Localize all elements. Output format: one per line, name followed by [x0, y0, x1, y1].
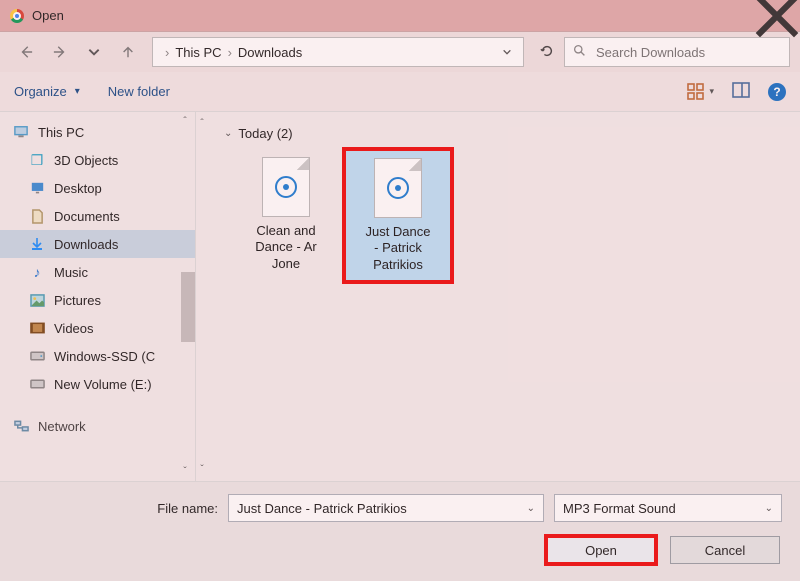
file-name: Just Dance - Patrick Patrikios: [349, 224, 447, 273]
chevron-down-icon: ⌄: [224, 128, 232, 139]
main-area: ˆ This PC ❒ 3D Objects Desktop Documents: [0, 112, 800, 481]
tree-scrollbar-thumb[interactable]: [181, 272, 195, 342]
filename-combobox[interactable]: Just Dance - Patrick Patrikios ⌄: [228, 494, 544, 522]
breadcrumb-current[interactable]: Downloads: [232, 45, 308, 60]
toolbar: Organize ▾ New folder ▾ ?: [0, 72, 800, 112]
close-button[interactable]: [754, 0, 800, 32]
tree-item-network[interactable]: Network: [0, 412, 195, 440]
filename-label: File name:: [18, 501, 218, 516]
view-mode-button[interactable]: ▾: [687, 83, 714, 101]
preview-pane-icon: [732, 81, 750, 99]
tree-item-windows-ssd[interactable]: Windows-SSD (C: [0, 342, 195, 370]
tree-item-documents[interactable]: Documents: [0, 202, 195, 230]
tree-item-downloads[interactable]: Downloads: [0, 230, 195, 258]
recent-locations-button[interactable]: [78, 38, 110, 66]
arrow-left-icon: [19, 45, 33, 59]
refresh-button[interactable]: [532, 44, 562, 61]
tree-item-desktop[interactable]: Desktop: [0, 174, 195, 202]
drive-icon: [28, 351, 46, 361]
address-dropdown[interactable]: [495, 45, 519, 60]
chevron-down-icon: [87, 45, 101, 59]
scroll-up-icon[interactable]: ˆ: [194, 118, 210, 129]
music-icon: ♪: [28, 264, 46, 280]
new-folder-button[interactable]: New folder: [108, 84, 170, 99]
tree-item-new-volume[interactable]: New Volume (E:): [0, 370, 195, 398]
tree-item-videos[interactable]: Videos: [0, 314, 195, 342]
desktop-icon: [28, 182, 46, 195]
nav-row: › This PC › Downloads: [0, 32, 800, 72]
scroll-up-icon[interactable]: ˆ: [177, 116, 193, 127]
close-icon: [754, 0, 800, 39]
filename-value: Just Dance - Patrick Patrikios: [237, 501, 527, 516]
download-icon: [28, 237, 46, 251]
back-button[interactable]: [10, 38, 42, 66]
window-title: Open: [32, 8, 64, 23]
search-input[interactable]: [594, 44, 781, 61]
file-thumb-icon: [374, 158, 422, 218]
organize-menu[interactable]: Organize: [14, 84, 67, 99]
pc-icon: [12, 125, 30, 139]
file-item-selected[interactable]: Just Dance - Patrick Patrikios: [344, 149, 452, 282]
caret-down-icon: ▾: [75, 86, 80, 97]
tree-item-pictures[interactable]: Pictures: [0, 286, 195, 314]
chevron-down-icon: [502, 47, 512, 57]
picture-icon: [28, 294, 46, 307]
navigation-tree[interactable]: ˆ This PC ❒ 3D Objects Desktop Documents: [0, 112, 196, 481]
bottom-panel: File name: Just Dance - Patrick Patrikio…: [0, 481, 800, 581]
refresh-icon: [540, 44, 554, 58]
file-item[interactable]: Clean and Dance - Ar Jone: [232, 149, 340, 282]
address-bar[interactable]: › This PC › Downloads: [152, 37, 524, 67]
search-box[interactable]: [564, 37, 790, 67]
file-thumb-icon: [262, 157, 310, 217]
up-button[interactable]: [112, 38, 144, 66]
breadcrumb-root[interactable]: This PC: [169, 45, 227, 60]
document-icon: [28, 209, 46, 224]
network-icon: [12, 420, 30, 432]
tree-root-label: This PC: [38, 125, 84, 140]
group-label: Today (2): [238, 126, 292, 141]
filetype-value: MP3 Format Sound: [563, 501, 765, 516]
view-tiles-icon: [687, 83, 705, 101]
file-name: Clean and Dance - Ar Jone: [236, 223, 336, 272]
tree-item-3d-objects[interactable]: ❒ 3D Objects: [0, 146, 195, 174]
filetype-combobox[interactable]: MP3 Format Sound ⌄: [554, 494, 782, 522]
chrome-icon: [10, 9, 24, 23]
cancel-button[interactable]: Cancel: [670, 536, 780, 564]
video-icon: [28, 322, 46, 334]
arrow-right-icon: [53, 45, 67, 59]
tree-item-music[interactable]: ♪ Music: [0, 258, 195, 286]
search-icon: [573, 44, 586, 60]
open-button[interactable]: Open: [546, 536, 656, 564]
file-list[interactable]: ˆ ⌄ Today (2) Clean and Dance - Ar Jone …: [196, 112, 800, 481]
chevron-down-icon: ⌄: [765, 503, 773, 514]
cube-icon: ❒: [28, 152, 46, 169]
preview-pane-button[interactable]: [732, 81, 750, 102]
forward-button[interactable]: [44, 38, 76, 66]
titlebar: Open: [0, 0, 800, 32]
tree-root-this-pc[interactable]: This PC: [0, 118, 195, 146]
group-header-today[interactable]: ⌄ Today (2): [224, 126, 786, 141]
scroll-down-icon[interactable]: ˇ: [194, 464, 210, 475]
chevron-down-icon: ⌄: [527, 503, 535, 514]
help-button[interactable]: ?: [768, 83, 786, 101]
scroll-down-icon[interactable]: ˇ: [177, 466, 193, 477]
arrow-up-icon: [121, 45, 135, 59]
drive-icon: [28, 379, 46, 389]
